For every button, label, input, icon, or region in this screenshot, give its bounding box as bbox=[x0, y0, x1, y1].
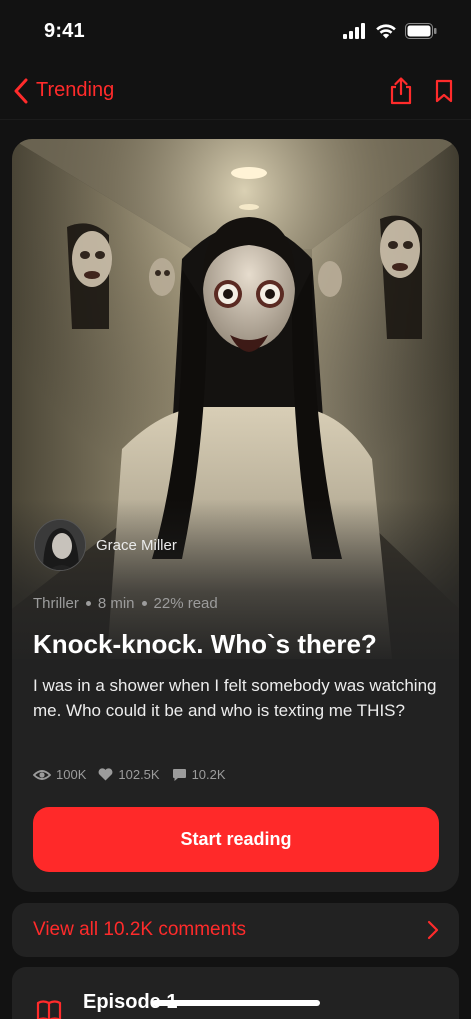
meta-separator bbox=[85, 601, 91, 606]
chevron-left-icon bbox=[14, 78, 28, 103]
home-indicator[interactable] bbox=[152, 1000, 320, 1006]
status-time: 9:41 bbox=[44, 19, 85, 42]
comments-count: 10.2K bbox=[191, 767, 226, 782]
story-meta: Thriller 8 min 22% read bbox=[33, 595, 218, 612]
episode-card[interactable]: Episode 1 bbox=[12, 967, 459, 1019]
likes-stat: 102.5K bbox=[98, 767, 160, 782]
story-description: I was in a shower when I felt somebody w… bbox=[33, 676, 437, 720]
wifi-icon bbox=[376, 24, 396, 39]
bookmark-icon bbox=[435, 79, 453, 102]
share-button[interactable] bbox=[389, 76, 413, 105]
view-comments-row[interactable]: View all 10.2K comments bbox=[12, 903, 459, 957]
story-genre: Thriller bbox=[33, 595, 79, 612]
views-stat: 100K bbox=[33, 767, 86, 782]
heart-icon bbox=[98, 768, 113, 781]
author-photo bbox=[35, 520, 85, 570]
meta-separator bbox=[141, 601, 147, 606]
view-comments-label: View all 10.2K comments bbox=[33, 919, 246, 940]
story-duration: 8 min bbox=[97, 595, 135, 612]
avatar bbox=[34, 519, 86, 571]
status-bar: 9:41 bbox=[0, 0, 471, 62]
author-name: Grace Miller bbox=[96, 536, 177, 554]
comments-stat: 10.2K bbox=[172, 767, 226, 782]
cellular-signal-icon bbox=[343, 23, 365, 39]
author-row[interactable]: Grace Miller bbox=[34, 519, 177, 571]
start-reading-button[interactable]: Start reading bbox=[33, 807, 439, 872]
eye-icon bbox=[33, 769, 51, 780]
battery-icon bbox=[405, 23, 437, 39]
status-icons bbox=[343, 23, 437, 39]
bookmark-button[interactable] bbox=[435, 79, 453, 103]
story-progress: 22% read bbox=[153, 595, 218, 612]
likes-count: 102.5K bbox=[118, 767, 160, 782]
navigation-bar: Trending bbox=[0, 62, 471, 120]
back-button[interactable]: Trending bbox=[12, 78, 114, 104]
chevron-right-icon bbox=[427, 920, 439, 940]
comment-icon bbox=[172, 768, 186, 781]
nav-actions bbox=[389, 76, 459, 105]
story-stats: 100K 102.5K 10.2K bbox=[33, 767, 226, 782]
views-count: 100K bbox=[56, 767, 87, 782]
story-card: Grace Miller Thriller 8 min 22% read Kno… bbox=[12, 139, 459, 892]
story-title: Knock-knock. Who`s there? bbox=[33, 629, 377, 659]
book-icon bbox=[36, 1000, 62, 1019]
back-label: Trending bbox=[36, 79, 115, 101]
share-icon bbox=[390, 76, 412, 104]
